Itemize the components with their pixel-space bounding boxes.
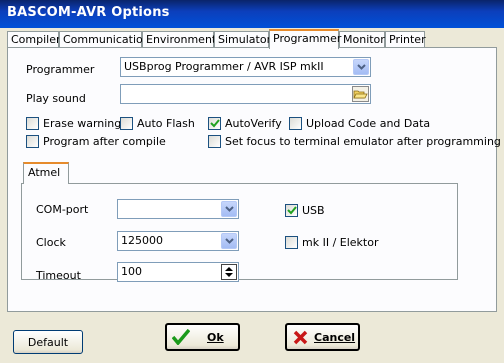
com-port-label: COM-port — [36, 203, 89, 216]
spin-updown-icon[interactable] — [221, 264, 237, 280]
autoverify-label: AutoVerify — [225, 117, 282, 130]
tab-simulator[interactable]: Simulator — [214, 31, 271, 47]
timeout-label: Timeout — [36, 269, 81, 282]
check-icon — [172, 329, 190, 345]
programmer-panel: Programmer USBprog Programmer / AVR ISP … — [7, 47, 501, 312]
programmer-select[interactable]: USBprog Programmer / AVR ISP mkII — [120, 57, 371, 77]
dialog-body: Compiler Communication Environment Simul… — [3, 28, 501, 360]
auto-flash-checkbox[interactable] — [120, 117, 133, 130]
ok-button-label: Ok — [207, 331, 224, 344]
set-focus-label: Set focus to terminal emulator after pro… — [225, 135, 501, 148]
title-bar: BASCOM-AVR Options — [0, 0, 504, 28]
close-icon — [293, 330, 308, 345]
tab-programmer[interactable]: Programmer — [269, 29, 341, 49]
tab-printer[interactable]: Printer — [385, 31, 426, 47]
tab-atmel[interactable]: Atmel — [23, 162, 69, 184]
autoverify-checkbox[interactable] — [208, 117, 221, 130]
programmer-value: USBprog Programmer / AVR ISP mkII — [124, 60, 324, 73]
erase-warning-label: Erase warning — [43, 117, 122, 130]
program-after-compile-label: Program after compile — [43, 135, 166, 148]
checkmark-icon — [287, 206, 297, 215]
chevron-down-icon[interactable] — [221, 233, 237, 249]
set-focus-checkbox[interactable] — [208, 135, 221, 148]
upload-code-data-label: Upload Code and Data — [306, 117, 431, 130]
usb-label: USB — [302, 204, 325, 217]
erase-warning-checkbox[interactable] — [26, 117, 39, 130]
tab-communication[interactable]: Communication — [59, 31, 150, 47]
play-sound-field[interactable] — [120, 84, 371, 104]
default-button[interactable]: Default — [13, 330, 83, 354]
programmer-label: Programmer — [26, 63, 95, 76]
clock-value: 125000 — [121, 234, 163, 247]
timeout-value: 100 — [121, 265, 142, 278]
play-sound-label: Play sound — [26, 92, 86, 105]
timeout-field[interactable]: 100 — [117, 262, 239, 282]
auto-flash-label: Auto Flash — [137, 117, 195, 130]
folder-open-icon[interactable] — [352, 86, 369, 102]
chevron-down-icon[interactable] — [353, 59, 369, 75]
cancel-button[interactable]: Cancel — [285, 323, 360, 351]
tab-environment[interactable]: Environment — [142, 31, 216, 47]
mkii-elektor-checkbox[interactable] — [285, 236, 298, 249]
clock-select[interactable]: 125000 — [117, 231, 239, 251]
clock-label: Clock — [36, 236, 66, 249]
ok-button[interactable]: Ok — [165, 323, 240, 351]
tab-compiler[interactable]: Compiler — [7, 31, 61, 47]
chevron-down-icon[interactable] — [221, 201, 237, 217]
window-title: BASCOM-AVR Options — [7, 5, 170, 20]
usb-checkbox[interactable] — [285, 204, 298, 217]
default-button-label: Default — [27, 336, 69, 349]
mkii-elektor-label: mk II / Elektor — [302, 236, 379, 249]
checkmark-icon — [210, 119, 220, 128]
upload-code-data-checkbox[interactable] — [289, 117, 302, 130]
program-after-compile-checkbox[interactable] — [26, 135, 39, 148]
atmel-panel: COM-port Clock 125000 Timeout 100 USB mk… — [21, 183, 458, 282]
cancel-button-label: Cancel — [314, 331, 356, 344]
tab-monitor[interactable]: Monitor — [339, 31, 385, 47]
com-port-select[interactable] — [117, 199, 239, 219]
